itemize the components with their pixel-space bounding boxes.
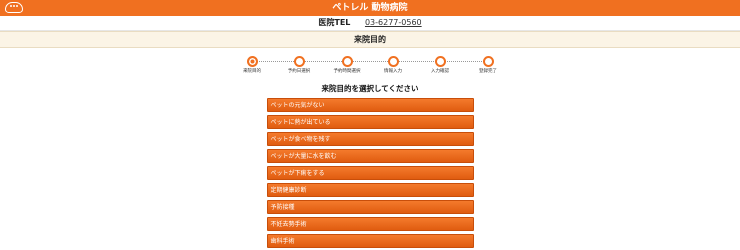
step-label: 登録完了 <box>479 69 497 74</box>
step-6: 登録完了 <box>468 56 508 75</box>
purpose-list: ペットの元気がない ペットに熱が出ている ペットが食べ物を残す ペットが大量に水… <box>266 98 474 248</box>
step-label: 来院目的 <box>243 69 261 74</box>
step-circle <box>482 56 494 67</box>
purpose-prompt: 来院目的を選択してください <box>321 84 419 93</box>
step-label: 予約日選択 <box>287 69 311 74</box>
purpose-button-leaves-food[interactable]: ペットが食べ物を残す <box>266 132 474 146</box>
section-title: 来院目的 <box>0 31 740 48</box>
purpose-button-fever[interactable]: ペットに熱が出ている <box>266 115 474 129</box>
step-2: 予約日選択 <box>279 56 319 75</box>
step-circle <box>341 56 353 67</box>
purpose-button-diarrhea[interactable]: ペットが下痢をする <box>266 166 474 180</box>
step-circle <box>246 56 258 67</box>
purpose-button-checkup[interactable]: 定期健康診断 <box>266 183 474 197</box>
tel-number-link[interactable]: 03-6277-0560 <box>365 18 422 27</box>
step-circle <box>293 56 305 67</box>
step-3: 予約時間選択 <box>327 56 367 75</box>
tel-label: 医院TEL <box>318 18 351 27</box>
purpose-button-vaccination[interactable]: 予防接種 <box>266 200 474 214</box>
contact-bar: 医院TEL 03-6277-0560 <box>0 16 740 31</box>
progress-steps: 来院目的 予約日選択 予約時間選択 情報入力 入力確認 登録完了 <box>240 56 500 80</box>
app-header: ペトレル 動物病院 <box>0 0 740 16</box>
step-label: 情報入力 <box>384 69 402 74</box>
purpose-button-drinks-water[interactable]: ペットが大量に水を飲む <box>266 149 474 163</box>
step-5: 入力確認 <box>420 56 460 75</box>
step-circle <box>434 56 446 67</box>
purpose-button-dental[interactable]: 歯科手術 <box>266 234 474 248</box>
step-4: 情報入力 <box>373 56 413 75</box>
purpose-button-lethargic[interactable]: ペットの元気がない <box>266 98 474 112</box>
step-1: 来院目的 <box>232 56 272 75</box>
purpose-button-neuter[interactable]: 不妊去勢手術 <box>266 217 474 231</box>
step-label: 入力確認 <box>431 69 449 74</box>
app-title: ペトレル 動物病院 <box>332 3 408 13</box>
step-circle <box>387 56 399 67</box>
step-label: 予約時間選択 <box>333 69 361 74</box>
